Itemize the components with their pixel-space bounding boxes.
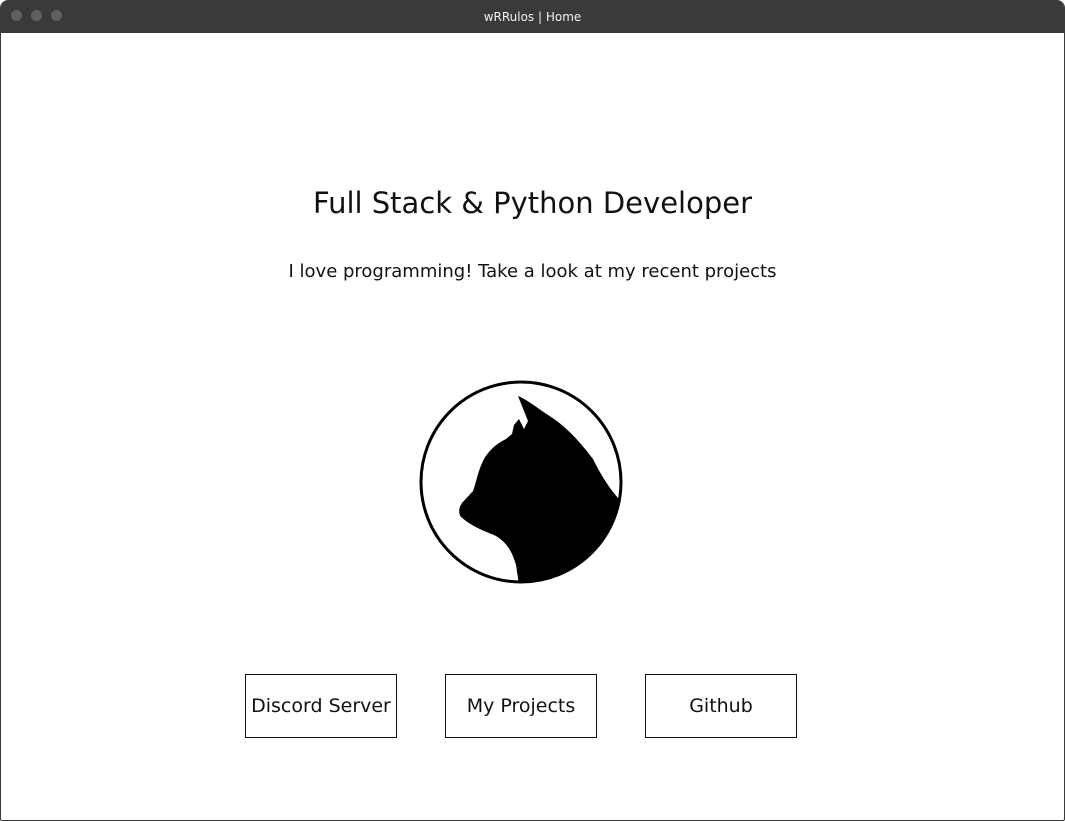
- browser-window: wRRulos | Home Full Stack & Python Devel…: [0, 0, 1065, 821]
- cat-silhouette-icon: [418, 379, 624, 585]
- window-title: wRRulos | Home: [483, 10, 582, 24]
- page-content: Full Stack & Python Developer I love pro…: [1, 33, 1064, 820]
- github-button[interactable]: Github: [645, 674, 797, 738]
- link-buttons: Discord Server My Projects Github: [1, 674, 1064, 738]
- title-bar: wRRulos | Home: [1, 0, 1064, 33]
- page-headline: Full Stack & Python Developer: [312, 186, 753, 220]
- discord-server-button[interactable]: Discord Server: [245, 674, 397, 738]
- my-projects-button[interactable]: My Projects: [445, 674, 597, 738]
- page-tagline: I love programming! Take a look at my re…: [288, 261, 777, 282]
